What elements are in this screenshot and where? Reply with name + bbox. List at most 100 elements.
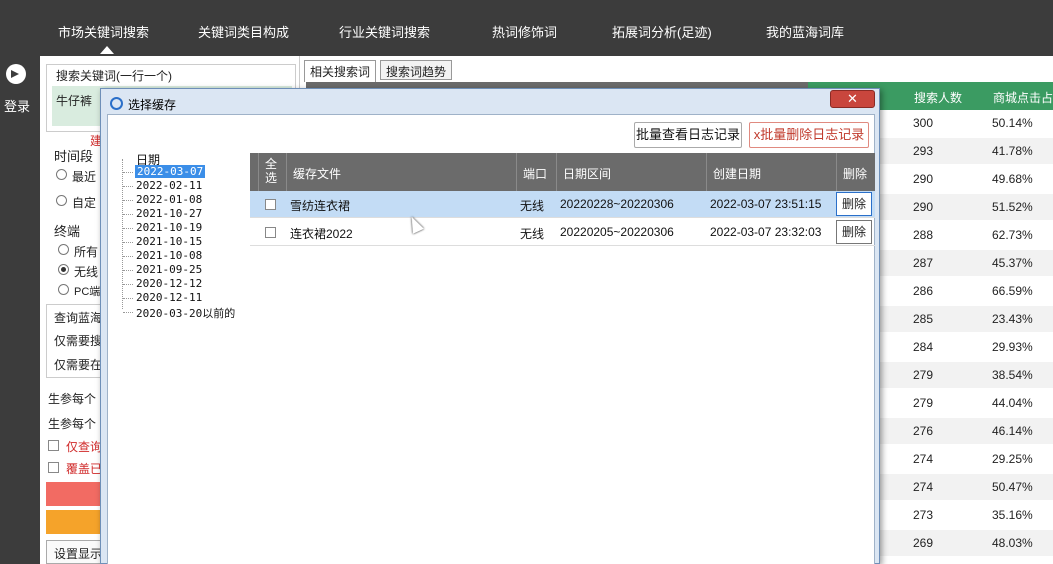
col-delete[interactable]: 删除 [836,153,875,191]
table-row[interactable]: 287 45.37% [880,250,1053,276]
tree-date-node[interactable]: 2021-10-27 [136,207,202,220]
side-strip [0,56,40,564]
search-people-cell: 274 [913,452,934,466]
nav-my-blue-ocean-library[interactable]: 我的蓝海词库 [766,22,844,41]
table-row[interactable]: 274 29.25% [880,446,1053,472]
generate-each-label-1: 生参每个 [48,392,97,406]
search-people-cell: 276 [913,424,934,438]
col-created-date[interactable]: 创建日期 [706,153,836,191]
close-button[interactable]: ✕ [830,90,875,108]
row-cache-file: 连衣裙2022 [290,227,353,241]
tree-branch [123,242,133,243]
col-port[interactable]: 端口 [516,153,556,191]
tree-branch [123,256,133,257]
tree-date-node[interactable]: 2021-10-15 [136,235,202,248]
tree-date-node[interactable]: 2021-09-25 [136,263,202,276]
row-checkbox[interactable] [265,199,276,210]
overwrite-checkbox[interactable] [48,462,59,473]
row-delete-button[interactable]: 删除 [836,192,872,216]
table-row[interactable]: 290 49.68% [880,166,1053,192]
search-people-cell: 269 [913,536,934,550]
tree-date-node[interactable]: 2020-12-12 [136,277,202,290]
nav-industry-keyword-search[interactable]: 行业关键词搜索 [339,22,430,41]
tree-date-node[interactable]: 2022-02-11 [136,179,202,192]
search-people-cell: 274 [913,480,934,494]
search-people-cell: 279 [913,368,934,382]
nav-hot-modifier-words[interactable]: 热词修饰词 [492,22,557,41]
nav-keyword-category[interactable]: 关键词类目构成 [198,22,289,41]
mall-click-ratio-cell: 62.73% [992,228,1033,242]
table-row[interactable]: 连衣裙2022 无线 20220205~20220306 2022-03-07 … [250,219,875,246]
mall-click-ratio-cell: 41.78% [992,144,1033,158]
table-row[interactable]: 273 35.16% [880,502,1053,528]
table-row[interactable]: 300 50.14% [880,110,1053,136]
active-nav-indicator [100,46,114,54]
mall-click-ratio-cell: 35.16% [992,508,1033,522]
search-people-cell: 288 [913,228,934,242]
mall-click-ratio-cell: 48.03% [992,536,1033,550]
table-row[interactable]: 290 51.52% [880,194,1053,220]
tab-trend-label: 搜索词趋势 [386,65,447,79]
table-row[interactable]: 284 29.93% [880,334,1053,360]
table-row[interactable]: 269 48.03% [880,530,1053,556]
batch-view-logs-button[interactable]: 批量查看日志记录 [634,122,742,148]
row-date-range: 20220205~20220306 [560,225,674,239]
tree-branch [123,312,133,313]
search-people-cell: 293 [913,144,934,158]
tab-related-search-words[interactable]: 相关搜索词 [304,60,377,82]
nav-market-keyword-search[interactable]: 市场关键词搜索 [58,22,149,41]
keyword-value: 牛仔裤 [56,94,93,108]
batch-delete-logs-button[interactable]: x批量删除日志记录 [749,122,869,148]
tab-search-word-trend[interactable]: 搜索词趋势 [380,60,453,80]
table-row[interactable]: 286 66.59% [880,278,1053,304]
terminal-label: 终端 [54,224,81,239]
table-row[interactable]: 276 46.14% [880,418,1053,444]
table-row[interactable]: 274 50.47% [880,474,1053,500]
login-label[interactable]: 登录 [4,96,30,115]
login-icon[interactable] [6,64,26,84]
search-people-cell: 286 [913,284,934,298]
terminal-all-radio[interactable] [58,244,69,255]
col-port-label: 端口 [523,167,548,181]
select-cache-dialog: 选择缓存 ✕ 批量查看日志记录 x批量删除日志记录 日期 2022-03-07 2… [100,88,880,564]
tree-date-node[interactable]: 2021-10-19 [136,221,202,234]
tree-branch [123,200,133,201]
row-delete-button[interactable]: 删除 [836,220,872,244]
tree-branch [123,214,133,215]
nav-expand-word-analysis[interactable]: 拓展词分析(足迹) [612,22,712,41]
tree-date-node[interactable]: 2020-03-20以前的 [136,305,235,321]
tree-date-node[interactable]: 2020-12-11 [136,291,202,304]
table-row[interactable]: 279 44.04% [880,390,1053,416]
row-created-date: 2022-03-07 23:32:03 [710,225,822,239]
mall-click-ratio-cell: 49.68% [992,172,1033,186]
table-row[interactable]: 285 23.43% [880,306,1053,332]
tree-date-node[interactable]: 2022-03-07 [135,165,206,178]
time-custom-radio[interactable] [56,195,67,206]
search-people-cell: 290 [913,200,934,214]
table-row[interactable]: 288 62.73% [880,222,1053,248]
search-people-cell: 273 [913,508,934,522]
header-search-people[interactable]: 搜索人数 [914,89,962,106]
col-cache-file[interactable]: 缓存文件 [286,153,516,191]
terminal-pc-radio[interactable] [58,284,69,295]
time-range-label: 时间段 [54,149,94,164]
tree-date-node[interactable]: 2021-10-08 [136,249,202,262]
col-date-range[interactable]: 日期区间 [556,153,706,191]
terminal-wireless-radio[interactable] [58,264,69,275]
only-query-label: 仅查询 [66,440,103,454]
header-mall-click-ratio[interactable]: 商城点击占 [993,89,1053,106]
time-recent-radio[interactable] [56,169,67,180]
row-checkbox[interactable] [265,227,276,238]
mall-click-ratio-cell: 66.59% [992,284,1033,298]
mall-click-ratio-cell: 44.04% [992,396,1033,410]
only-query-checkbox[interactable] [48,440,59,451]
table-row[interactable]: 293 41.78% [880,138,1053,164]
tree-branch [123,172,133,173]
tree-date-node[interactable]: 2022-01-08 [136,193,202,206]
search-people-cell: 300 [913,116,934,130]
mall-click-ratio-cell: 45.37% [992,256,1033,270]
search-people-cell: 284 [913,340,934,354]
table-row[interactable]: 雪纺连衣裙 无线 20220228~20220306 2022-03-07 23… [250,191,875,218]
table-row[interactable]: 279 38.54% [880,362,1053,388]
col-select-all[interactable]: 全选 [258,153,286,191]
